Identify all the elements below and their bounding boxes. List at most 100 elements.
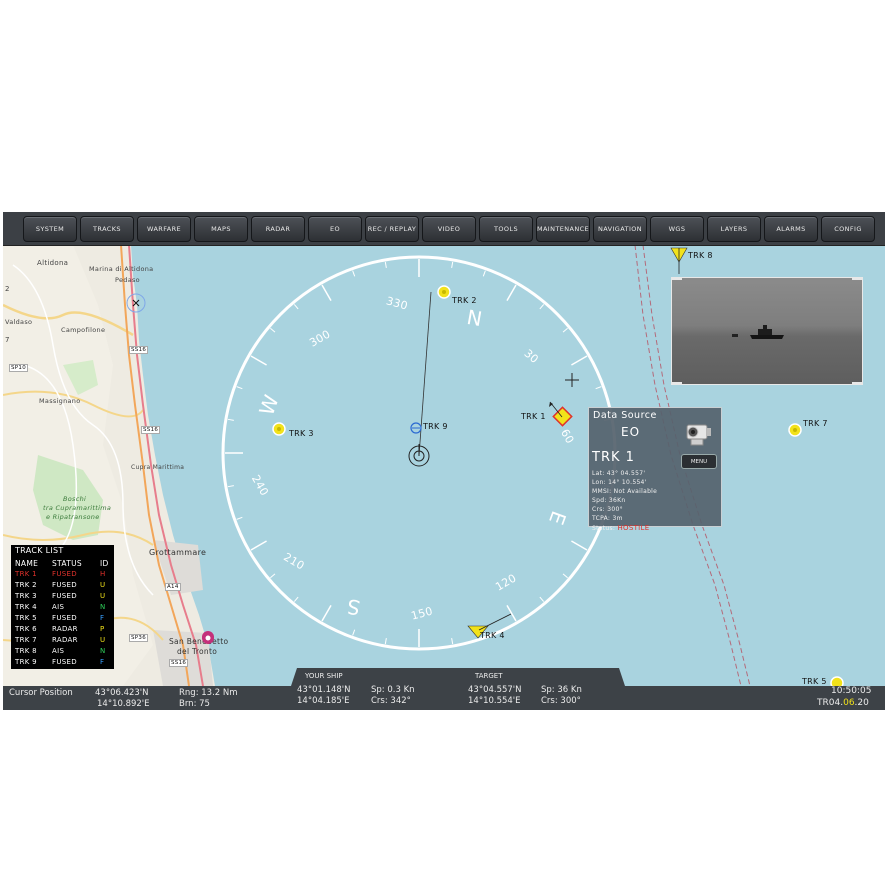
selected-track-name: TRK 1 bbox=[592, 450, 635, 465]
compass-tick bbox=[321, 605, 332, 622]
track-list-cell: TRK 8 bbox=[15, 647, 37, 655]
track-label-trk8[interactable]: TRK 8 bbox=[688, 251, 713, 260]
target-label: TARGET bbox=[475, 672, 503, 680]
status-label: Status: bbox=[592, 525, 616, 532]
data-source-value: EO bbox=[621, 425, 641, 439]
menu-button-layers[interactable]: LAYERS bbox=[707, 216, 761, 242]
track-list-cell: U bbox=[100, 581, 106, 589]
track-label-trk5[interactable]: TRK 5 bbox=[802, 677, 827, 686]
cursor-range: Rng: 13.2 Nm bbox=[179, 688, 238, 698]
menu-button-rec-replay[interactable]: REC / REPLAY bbox=[365, 216, 419, 242]
combat-system-display: Altidona Marina di Altidona Pedaso Valda… bbox=[3, 212, 885, 710]
compass-tick bbox=[250, 355, 267, 366]
track-list-row[interactable]: TRK 6 RADAR P bbox=[15, 625, 115, 635]
track-list-cell: FUSED bbox=[52, 658, 77, 666]
track-list-cell: TRK 2 bbox=[15, 581, 37, 589]
compass-tick bbox=[595, 386, 602, 390]
target-course: Crs: 300° bbox=[541, 696, 581, 706]
menu-button-navigation[interactable]: NAVIGATION bbox=[593, 216, 647, 242]
menu-button-config[interactable]: CONFIG bbox=[821, 216, 875, 242]
compass-tick bbox=[250, 540, 267, 551]
track-list-cell: AIS bbox=[52, 603, 65, 611]
compass-tick bbox=[451, 638, 454, 645]
compass-tick bbox=[482, 270, 486, 277]
track-list-row[interactable]: TRK 9 FUSED F bbox=[15, 658, 115, 668]
target-speed: Sp: 36 Kn bbox=[541, 685, 582, 695]
header-status: STATUS bbox=[52, 559, 82, 568]
compass-tick bbox=[571, 540, 588, 551]
track-list-cell: N bbox=[100, 647, 106, 655]
menu-button-maps[interactable]: MAPS bbox=[194, 216, 248, 242]
menu-button-maintenance[interactable]: MAINTENANCE bbox=[536, 216, 590, 242]
compass-tick bbox=[227, 418, 234, 421]
compass-tick bbox=[539, 304, 545, 310]
track-list-cell: U bbox=[100, 636, 106, 644]
track-label-trk2[interactable]: TRK 2 bbox=[452, 296, 477, 305]
menu-button-alarms[interactable]: ALARMS bbox=[764, 216, 818, 242]
track-label-trk7[interactable]: TRK 7 bbox=[803, 419, 828, 428]
menu-button-eo[interactable]: EO bbox=[308, 216, 362, 242]
track-list-row[interactable]: TRK 7 RADAR U bbox=[15, 636, 115, 646]
track-course: Crs: 300° bbox=[592, 506, 623, 513]
menu-button-tracks[interactable]: TRACKS bbox=[80, 216, 134, 242]
compass-tick bbox=[293, 596, 299, 602]
track-label-trk1[interactable]: TRK 1 bbox=[521, 412, 546, 421]
menu-button-warfare[interactable]: WARFARE bbox=[137, 216, 191, 242]
compass-tick bbox=[321, 284, 332, 301]
menu-button-wgs[interactable]: WGS bbox=[650, 216, 704, 242]
track-list-cell: F bbox=[100, 614, 105, 622]
track-list-row[interactable]: TRK 8 AIS N bbox=[15, 647, 115, 657]
track-list-row[interactable]: TRK 2 FUSED U bbox=[15, 581, 115, 591]
compass-tick bbox=[384, 261, 387, 268]
status-value: HOSTILE bbox=[617, 524, 650, 532]
track-list-cell: TRK 9 bbox=[15, 658, 37, 666]
track-list-cell: TRK 1 bbox=[15, 570, 37, 578]
compass-tick bbox=[571, 355, 588, 366]
track-list-cell: FUSED bbox=[52, 581, 77, 589]
compass-tick bbox=[384, 638, 387, 645]
track-list-cell: TRK 4 bbox=[15, 603, 37, 611]
track-longitude: Lon: 14° 10.554' bbox=[592, 479, 647, 486]
menu-button-video[interactable]: VIDEO bbox=[422, 216, 476, 242]
track-list-cell: TRK 7 bbox=[15, 636, 37, 644]
track-label-trk9[interactable]: TRK 9 bbox=[423, 422, 448, 431]
track-label-trk3[interactable]: TRK 3 bbox=[289, 429, 314, 438]
your-ship-label: YOUR SHIP bbox=[305, 672, 343, 680]
clock-time: 10:50:05 bbox=[831, 686, 872, 696]
cursor-bearing: Brn: 75 bbox=[179, 699, 210, 709]
eo-video-feed[interactable] bbox=[671, 277, 863, 385]
cursor-longitude: 14°10.892'E bbox=[97, 699, 150, 709]
track-list-row[interactable]: TRK 3 FUSED U bbox=[15, 592, 115, 602]
compass-tick bbox=[539, 596, 545, 602]
ship-latitude: 43°01.148'N bbox=[297, 685, 351, 695]
header-name: NAME bbox=[15, 559, 39, 568]
date-prefix: TR bbox=[817, 698, 829, 708]
menu-button-system[interactable]: SYSTEM bbox=[23, 216, 77, 242]
track-list-cell: P bbox=[100, 625, 105, 633]
track-list-row[interactable]: TRK 4 AIS N bbox=[15, 603, 115, 613]
compass-tick bbox=[270, 327, 276, 333]
track-latitude: Lat: 43° 04.557' bbox=[592, 470, 646, 477]
track-list-cell: F bbox=[100, 658, 105, 666]
target-latitude: 43°04.557'N bbox=[468, 685, 522, 695]
compass-tick bbox=[562, 573, 568, 579]
track-list-row[interactable]: TRK 5 FUSED F bbox=[15, 614, 115, 624]
vessel-silhouette bbox=[672, 278, 862, 384]
eo-camera-icon bbox=[686, 424, 711, 446]
cursor-latitude: 43°06.423'N bbox=[95, 688, 149, 698]
compass-tick bbox=[270, 573, 276, 579]
menu-button-radar[interactable]: RADAR bbox=[251, 216, 305, 242]
track-list-cell: H bbox=[100, 570, 106, 578]
compass-tick bbox=[293, 304, 299, 310]
track-status: Status: HOSTILE bbox=[592, 524, 649, 532]
clock-date: TR04.06.20 bbox=[817, 698, 869, 708]
menu-button-tools[interactable]: TOOLS bbox=[479, 216, 533, 242]
track-list-row[interactable]: TRK 1 FUSED H bbox=[15, 570, 115, 580]
compass-tick bbox=[236, 386, 243, 390]
menu-button[interactable]: MENU bbox=[681, 454, 717, 469]
track-mmsi: MMSI: Not Available bbox=[592, 488, 658, 495]
own-ship-heading-line bbox=[418, 291, 432, 457]
track-list-cell: TRK 5 bbox=[15, 614, 37, 622]
track-list-cell: RADAR bbox=[52, 625, 78, 633]
track-label-trk4[interactable]: TRK 4 bbox=[480, 631, 505, 640]
